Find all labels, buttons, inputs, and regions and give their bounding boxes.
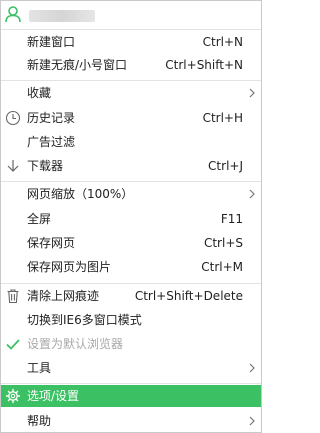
shortcut-text: Ctrl+J	[208, 159, 243, 173]
menu-item-label: 新建无痕/小号窗口	[27, 58, 128, 72]
menu-item-set-default-browser: 设置为默认浏览器	[1, 333, 261, 355]
checkmark-icon	[6, 339, 20, 350]
menu-item-save-page-as-image[interactable]: 保存网页为图片 Ctrl+M	[1, 256, 261, 278]
menu-item-label: 设置为默认浏览器	[27, 337, 124, 351]
menu-item-tools[interactable]: 工具	[1, 357, 261, 379]
menu-item-history[interactable]: 历史记录 Ctrl+H	[1, 107, 261, 129]
menu-item-label: 保存网页	[27, 236, 76, 250]
chevron-right-icon	[249, 363, 255, 373]
menu-item-label: 网页缩放（100%）	[27, 187, 134, 201]
menu-item-label: 收藏	[27, 86, 52, 100]
shortcut-text: Ctrl+N	[202, 35, 243, 49]
username-redacted	[29, 10, 95, 22]
user-icon	[5, 6, 21, 23]
menu-item-fullscreen[interactable]: 全屏 F11	[1, 208, 261, 230]
shortcut-text: Ctrl+S	[203, 236, 243, 250]
menu-item-label: 全屏	[27, 212, 52, 226]
menu-item-downloads[interactable]: 下载器 Ctrl+J	[1, 155, 261, 177]
shortcut-text: Ctrl+Shift+Delete	[134, 289, 243, 303]
shortcut-text: Ctrl+H	[202, 111, 243, 125]
download-icon	[7, 160, 19, 172]
menu-item-ad-filter[interactable]: 广告过滤	[1, 131, 261, 153]
separator	[1, 283, 261, 284]
separator	[1, 383, 261, 384]
menu-item-save-page[interactable]: 保存网页 Ctrl+S	[1, 232, 261, 254]
shortcut-text: Ctrl+Shift+N	[165, 58, 243, 72]
chevron-right-icon	[249, 189, 255, 199]
gear-icon	[5, 388, 21, 404]
chevron-right-icon	[249, 88, 255, 98]
menu-item-help[interactable]: 帮助	[1, 410, 261, 432]
menu-item-label: 广告过滤	[27, 135, 76, 149]
menu-item-clear-browsing-traces[interactable]: 清除上网痕迹 Ctrl+Shift+Delete	[1, 285, 261, 307]
separator	[1, 80, 261, 81]
shortcut-text: F11	[220, 212, 243, 226]
menu-item-new-private-window[interactable]: 新建无痕/小号窗口 Ctrl+Shift+N	[1, 54, 261, 76]
separator	[1, 181, 261, 182]
browser-main-menu: 新建窗口 Ctrl+N 新建无痕/小号窗口 Ctrl+Shift+N 收藏 历史…	[0, 0, 262, 433]
menu-item-new-window[interactable]: 新建窗口 Ctrl+N	[1, 31, 261, 53]
menu-item-label: 选项/设置	[27, 389, 80, 403]
user-account-header[interactable]	[1, 1, 261, 28]
shortcut-text: Ctrl+M	[201, 260, 243, 274]
chevron-right-icon	[249, 416, 255, 426]
menu-item-label: 清除上网痕迹	[27, 289, 100, 303]
menu-item-ie6-mode[interactable]: 切换到IE6多窗口模式	[1, 309, 261, 331]
menu-item-label: 历史记录	[27, 111, 76, 125]
clock-icon	[5, 110, 21, 126]
separator	[1, 29, 261, 30]
menu-item-label: 新建窗口	[27, 35, 76, 49]
menu-item-favorites[interactable]: 收藏	[1, 82, 261, 104]
menu-item-label: 切换到IE6多窗口模式	[27, 313, 142, 327]
menu-item-label: 下载器	[27, 159, 64, 173]
menu-item-label: 帮助	[27, 414, 52, 428]
menu-item-label: 保存网页为图片	[27, 260, 112, 274]
menu-item-label: 工具	[27, 361, 52, 375]
trash-icon	[7, 289, 19, 304]
menu-item-options-settings[interactable]: 选项/设置	[1, 385, 261, 407]
menu-item-page-zoom[interactable]: 网页缩放（100%）	[1, 183, 261, 205]
